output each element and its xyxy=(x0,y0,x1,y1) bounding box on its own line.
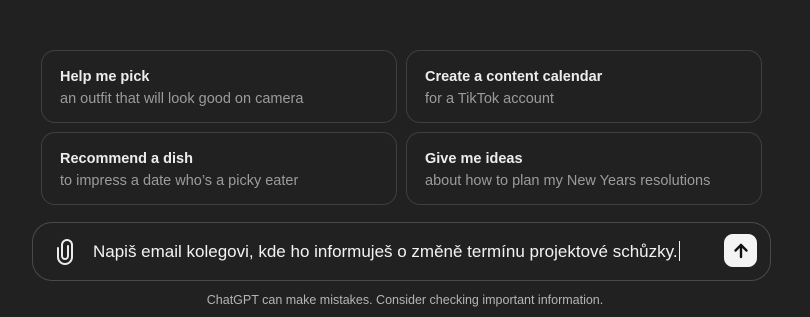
suggestion-title: Help me pick xyxy=(60,69,150,85)
chat-page: Help me pick an outfit that will look go… xyxy=(0,0,810,317)
suggestion-subtitle: to impress a date who’s a picky eater xyxy=(60,173,299,189)
message-input-value: Napiš email kolegovi, kde ho informuješ … xyxy=(93,242,678,261)
suggestion-card-give-ideas[interactable]: Give me ideas about how to plan my New Y… xyxy=(406,132,762,205)
text-caret xyxy=(678,241,680,261)
disclaimer-text: ChatGPT can make mistakes. Consider chec… xyxy=(206,293,604,307)
suggestion-title: Give me ideas xyxy=(425,151,523,167)
suggestion-grid: Help me pick an outfit that will look go… xyxy=(41,50,762,205)
suggestion-card-recommend-dish[interactable]: Recommend a dish to impress a date who’s… xyxy=(41,132,397,205)
suggestion-subtitle: about how to plan my New Years resolutio… xyxy=(425,173,711,189)
suggestion-title: Create a content calendar xyxy=(425,69,603,85)
suggestion-subtitle: for a TikTok account xyxy=(425,91,554,107)
suggestion-subtitle: an outfit that will look good on camera xyxy=(60,91,304,107)
suggestion-card-content-calendar[interactable]: Create a content calendar for a TikTok a… xyxy=(406,50,762,123)
arrow-up-icon xyxy=(733,243,748,258)
paperclip-icon[interactable] xyxy=(53,239,77,265)
suggestion-title: Recommend a dish xyxy=(60,151,193,167)
message-input[interactable]: Napiš email kolegovi, kde ho informuješ … xyxy=(93,241,680,263)
send-button[interactable] xyxy=(724,234,757,267)
suggestion-card-help-me-pick[interactable]: Help me pick an outfit that will look go… xyxy=(41,50,397,123)
message-composer: Napiš email kolegovi, kde ho informuješ … xyxy=(32,222,771,281)
